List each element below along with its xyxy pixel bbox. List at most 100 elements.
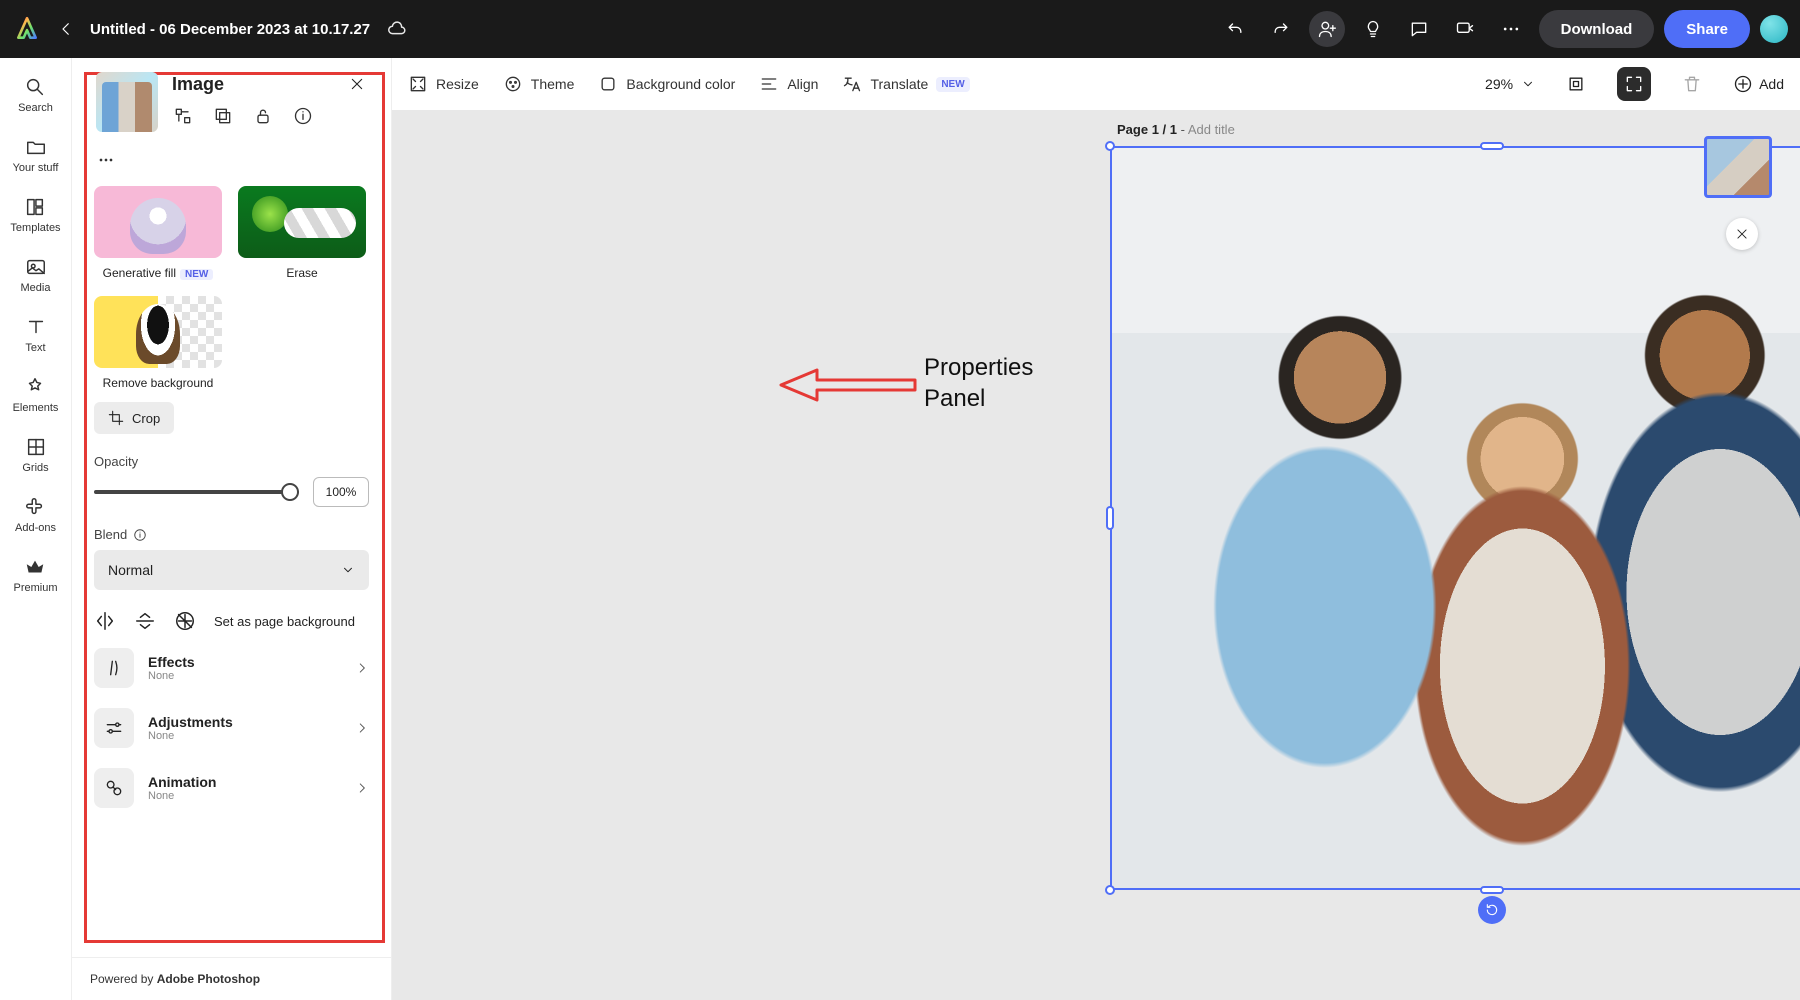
document-title[interactable]: Untitled - 06 December 2023 at 10.17.27 <box>90 21 370 38</box>
cloud-sync-icon[interactable] <box>386 18 408 40</box>
rail-your-stuff[interactable]: Your stuff <box>13 136 59 174</box>
redo-icon[interactable] <box>1263 11 1299 47</box>
workspace: Resize Theme Background color Align Tran… <box>392 58 1800 1000</box>
panel-more-icon[interactable] <box>78 142 385 176</box>
row-animation[interactable]: AnimationNone <box>94 764 369 812</box>
rail-label: Templates <box>10 222 60 234</box>
opacity-label: Opacity <box>78 434 385 469</box>
user-avatar[interactable] <box>1760 15 1788 43</box>
present-icon[interactable] <box>1447 11 1483 47</box>
duplicate-icon[interactable] <box>212 105 234 127</box>
canvas-area[interactable]: Page 1 / 1 - Add title Properties <box>392 110 1800 1000</box>
blend-mode-select[interactable]: Normal <box>94 550 369 590</box>
annotation-label: Properties Panel <box>924 352 1033 414</box>
rail-label: Media <box>21 282 51 294</box>
page-info[interactable]: Page 1 / 1 - Add title <box>1117 122 1235 137</box>
row-effects[interactable]: EffectsNone <box>94 644 369 692</box>
more-icon[interactable] <box>1493 11 1529 47</box>
opacity-slider[interactable] <box>94 490 299 494</box>
chevron-right-icon <box>355 781 369 795</box>
opacity-value-input[interactable]: 100% <box>313 477 369 507</box>
invite-user-icon[interactable] <box>1309 11 1345 47</box>
zoom-value: 29% <box>1485 76 1513 92</box>
undo-icon[interactable] <box>1217 11 1253 47</box>
rail-label: Grids <box>22 462 48 474</box>
row-adjustments[interactable]: AdjustmentsNone <box>94 704 369 752</box>
tool-label: Background color <box>626 76 735 92</box>
lightbulb-icon[interactable] <box>1355 11 1391 47</box>
fullscreen-view-icon[interactable] <box>1559 67 1593 101</box>
top-bar: Untitled - 06 December 2023 at 10.17.27 … <box>0 0 1800 58</box>
back-button[interactable] <box>52 15 80 43</box>
lock-icon[interactable] <box>252 105 274 127</box>
annotation-arrow <box>777 360 917 410</box>
app-logo[interactable] <box>12 14 42 44</box>
chevron-down-icon <box>1521 77 1535 91</box>
row-title: Animation <box>148 774 216 790</box>
tile-label: Generative fill <box>103 266 176 280</box>
download-button[interactable]: Download <box>1539 10 1655 48</box>
fit-view-icon[interactable] <box>1617 67 1651 101</box>
tile-erase[interactable]: Erase <box>238 186 366 280</box>
footer-product: Adobe Photoshop <box>157 972 260 986</box>
set-background-icon[interactable] <box>174 610 196 632</box>
selected-image-thumbnail[interactable] <box>96 72 158 132</box>
reset-rotation-icon[interactable] <box>1478 896 1506 924</box>
page-thumbnail[interactable] <box>1704 136 1772 198</box>
rail-label: Text <box>25 342 45 354</box>
add-page-button[interactable]: Add <box>1733 74 1784 94</box>
rail-search[interactable]: Search <box>18 76 53 114</box>
tile-generative-fill[interactable]: Generative fillNEW <box>94 186 222 280</box>
rail-elements[interactable]: Elements <box>13 376 59 414</box>
resize-handle[interactable] <box>1480 886 1504 894</box>
resize-handle[interactable] <box>1105 141 1115 151</box>
tool-align[interactable]: Align <box>759 74 818 94</box>
chevron-down-icon <box>341 563 355 577</box>
rail-grids[interactable]: Grids <box>22 436 48 474</box>
tool-resize[interactable]: Resize <box>408 74 479 94</box>
set-as-background-button[interactable]: Set as page background <box>214 614 355 629</box>
rail-templates[interactable]: Templates <box>10 196 60 234</box>
panel-close-icon[interactable] <box>345 72 369 96</box>
tile-label: Erase <box>286 266 317 280</box>
tool-translate[interactable]: TranslateNEW <box>842 74 969 94</box>
blend-info-icon[interactable] <box>133 528 147 542</box>
page-title-placeholder[interactable]: Add title <box>1188 122 1235 137</box>
selected-image[interactable] <box>1112 148 1800 888</box>
row-sub: None <box>148 730 233 742</box>
comment-icon[interactable] <box>1401 11 1437 47</box>
rail-premium[interactable]: Premium <box>13 556 57 594</box>
rail-text[interactable]: Text <box>25 316 47 354</box>
tool-label: Theme <box>531 76 575 92</box>
tool-label: Align <box>787 76 818 92</box>
info-icon[interactable] <box>292 105 314 127</box>
close-thumbnails-icon[interactable] <box>1726 218 1758 250</box>
rail-label: Premium <box>13 582 57 594</box>
slider-handle[interactable] <box>281 483 299 501</box>
tool-theme[interactable]: Theme <box>503 74 575 94</box>
tile-label: Remove background <box>103 376 214 390</box>
rail-label: Add-ons <box>15 522 56 534</box>
rail-label: Your stuff <box>13 162 59 174</box>
new-badge: NEW <box>936 77 969 92</box>
flip-horizontal-icon[interactable] <box>94 610 116 632</box>
share-button[interactable]: Share <box>1664 10 1750 48</box>
resize-handle[interactable] <box>1105 885 1115 895</box>
adjustments-icon <box>94 708 134 748</box>
context-toolbar: Resize Theme Background color Align Tran… <box>392 58 1800 110</box>
delete-page-icon[interactable] <box>1675 67 1709 101</box>
replace-image-icon[interactable] <box>172 105 194 127</box>
resize-handle[interactable] <box>1480 142 1504 150</box>
rail-media[interactable]: Media <box>21 256 51 294</box>
flip-vertical-icon[interactable] <box>134 610 156 632</box>
resize-handle[interactable] <box>1106 506 1114 530</box>
properties-panel: Image Generative fillNEW <box>72 58 392 1000</box>
zoom-dropdown[interactable]: 29% <box>1485 76 1535 92</box>
crop-label: Crop <box>132 411 160 426</box>
rail-addons[interactable]: Add-ons <box>15 496 56 534</box>
effects-icon <box>94 648 134 688</box>
chevron-right-icon <box>355 721 369 735</box>
tool-background-color[interactable]: Background color <box>598 74 735 94</box>
tile-remove-background[interactable]: Remove background <box>94 296 222 390</box>
crop-button[interactable]: Crop <box>94 402 174 434</box>
